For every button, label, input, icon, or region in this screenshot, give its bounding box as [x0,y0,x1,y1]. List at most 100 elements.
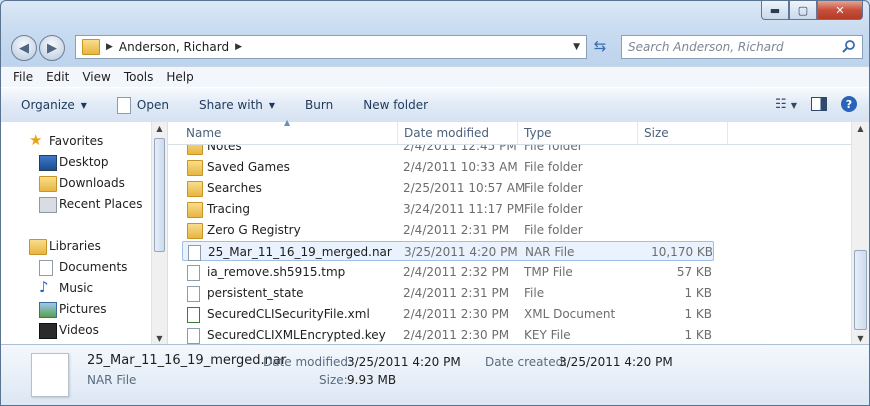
view-options-icon[interactable]: ☷ ▼ [775,97,797,112]
table-row[interactable]: ia_remove.sh5915.tmp 2/4/2011 2:32 PM TM… [182,262,714,282]
table-row[interactable]: SecuredCLIXMLEncrypted.key 2/4/2011 2:30… [182,325,714,345]
scroll-thumb[interactable] [854,250,867,330]
scroll-down-icon[interactable]: ▼ [852,334,869,343]
music-icon: ♪ [39,278,49,296]
sort-ascending-icon: ▲ [284,118,291,127]
open-button[interactable]: Open [116,96,169,114]
menu-view[interactable]: View [82,70,110,84]
close-button[interactable]: ✕ [817,1,863,20]
organize-button[interactable]: Organize ▼ [21,98,87,112]
scroll-down-icon[interactable]: ▼ [152,334,167,343]
file-list: Notes 2/4/2011 12:45 PM File folder Save… [168,145,851,345]
share-with-button[interactable]: Share with ▼ [199,98,275,112]
table-row[interactable]: persistent_state 2/4/2011 2:31 PM File 1… [182,283,714,303]
file-type: File folder [524,145,583,153]
help-icon[interactable]: ? [841,96,857,112]
nav-pictures[interactable]: Pictures [39,299,107,319]
file-icon [187,265,200,281]
address-dropdown-icon[interactable]: ▼ [573,42,580,52]
table-row[interactable]: SecuredCLISecurityFile.xml 2/4/2011 2:30… [182,304,714,324]
breadcrumb-chevron-icon[interactable]: ▶ [235,42,242,52]
preview-pane-icon[interactable] [811,97,827,111]
maximize-button[interactable]: ▢ [789,1,817,20]
file-icon [187,328,200,344]
refresh-button[interactable]: ⇆ [589,35,611,57]
file-date: 2/4/2011 10:33 AM [403,160,518,174]
nav-libraries[interactable]: Libraries [29,236,101,256]
scroll-thumb[interactable] [154,138,165,252]
nav-videos[interactable]: Videos [39,320,99,340]
nav-videos-label: Videos [59,323,99,337]
back-button[interactable]: ◀ [11,35,37,61]
user-folder-icon [82,39,100,55]
nav-downloads[interactable]: Downloads [39,173,125,193]
nav-desktop[interactable]: Desktop [39,152,109,172]
table-row[interactable]: Notes 2/4/2011 12:45 PM File folder [182,145,714,156]
share-dropdown-icon: ▼ [268,100,276,110]
file-icon [187,286,200,302]
breadcrumb-separator-icon[interactable]: ▶ [106,42,113,52]
menu-file[interactable]: File [13,70,33,84]
column-date-modified[interactable]: Date modified [398,122,518,144]
table-row[interactable]: Searches 2/25/2011 10:57 AM File folder [182,178,714,198]
star-icon: ★ [29,131,43,149]
search-input[interactable]: Search Anderson, Richard [621,35,863,59]
table-row-selected[interactable]: 25_Mar_11_16_19_merged.nar 3/25/2011 4:2… [182,241,714,261]
forward-arrow-icon: ▶ [47,40,57,56]
file-date: 2/4/2011 2:31 PM [403,286,510,300]
burn-button[interactable]: Burn [305,98,333,112]
desktop-icon [39,155,57,171]
breadcrumb-user[interactable]: Anderson, Richard [119,40,229,54]
new-folder-button[interactable]: New folder [363,98,428,112]
menu-help[interactable]: Help [166,70,193,84]
open-label: Open [136,98,169,112]
refresh-icon: ⇆ [593,37,607,55]
address-bar[interactable]: ▶ Anderson, Richard ▶ ▼ [75,35,587,59]
organize-label: Organize [21,98,75,112]
folder-icon [187,160,203,176]
nav-favorites[interactable]: ★ Favorites [29,131,104,151]
scroll-up-icon[interactable]: ▲ [152,124,167,133]
folder-icon [187,181,203,197]
videos-icon [39,323,57,339]
column-type-label: Type [524,126,552,140]
column-type[interactable]: Type [518,122,638,144]
navigation-scrollbar[interactable]: ▲ ▼ [151,122,167,345]
minimize-button[interactable]: ▬ [761,1,789,20]
folder-icon [187,202,203,218]
pictures-icon [39,302,57,318]
table-row[interactable]: Zero G Registry 2/4/2011 2:31 PM File fo… [182,220,714,240]
file-name: Saved Games [207,160,290,174]
document-icon [116,96,131,114]
nav-downloads-label: Downloads [59,176,125,190]
file-size: 1 KB [684,328,712,342]
file-name: persistent_state [207,286,304,300]
nav-music[interactable]: ♪ Music [39,278,93,298]
details-modified-label: Date modified: [263,355,353,369]
file-list-scrollbar[interactable]: ▲ ▼ [851,122,869,345]
file-date: 3/24/2011 11:17 PM [403,202,525,216]
share-with-label: Share with [198,98,263,112]
table-row[interactable]: Saved Games 2/4/2011 10:33 AM File folde… [182,157,714,177]
menu-tools[interactable]: Tools [124,70,154,84]
search-icon[interactable] [842,39,856,53]
column-size[interactable]: Size [638,122,728,144]
caption-buttons: ▬ ▢ ✕ [761,1,863,20]
nav-desktop-label: Desktop [59,155,109,169]
file-size: 57 KB [676,265,712,279]
table-row[interactable]: Tracing 3/24/2011 11:17 PM File folder [182,199,714,219]
file-name: Zero G Registry [207,223,301,237]
menu-edit[interactable]: Edit [46,70,69,84]
details-size-label: Size: [319,373,348,387]
file-date: 3/25/2011 4:20 PM [404,245,518,259]
nav-pictures-label: Pictures [59,302,107,316]
libraries-icon [29,239,47,255]
explorer-window: ▬ ▢ ✕ ◀ ▶ ▶ Anderson, Richard ▶ ▼ ⇆ Sear… [0,0,870,406]
scroll-up-icon[interactable]: ▲ [852,124,869,133]
column-name[interactable]: Name ▲ [180,118,398,144]
nav-recent-places[interactable]: Recent Places [39,194,142,214]
nav-documents[interactable]: Documents [39,257,127,277]
details-modified-value: 3/25/2011 4:20 PM [347,355,461,369]
forward-button[interactable]: ▶ [39,35,65,61]
nav-favorites-label: Favorites [49,134,104,148]
